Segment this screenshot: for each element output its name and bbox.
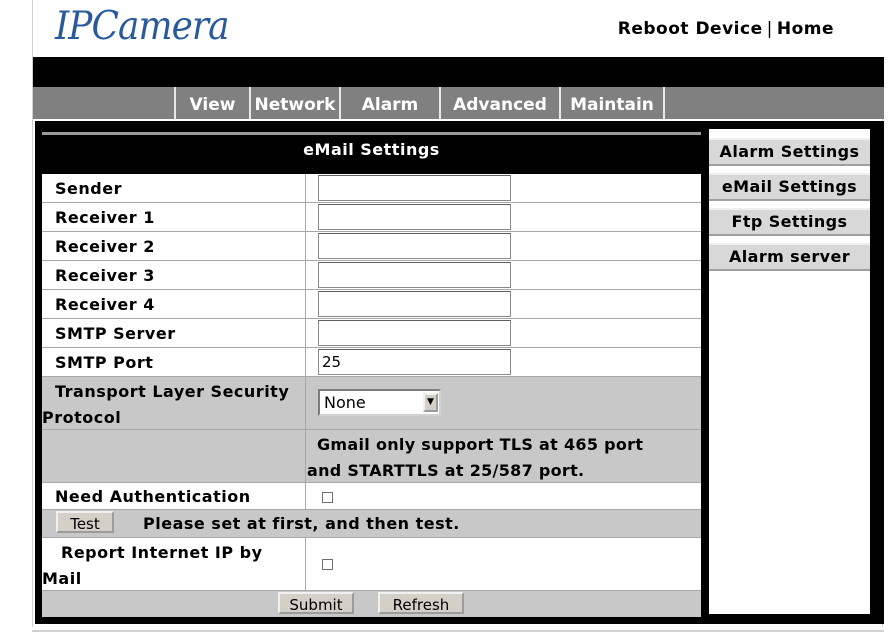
sidebar-item-ftp-settings[interactable]: Ftp Settings (709, 208, 870, 236)
sender-label: Sender (55, 179, 122, 198)
sender-row: Sender (42, 174, 701, 203)
panel-title: eMail Settings (303, 140, 440, 159)
panel-header-rule (42, 132, 701, 135)
bottom-divider (32, 630, 884, 632)
smtp-port-input[interactable] (318, 349, 511, 375)
settings-sidebar: Alarm Settings eMail Settings Ftp Settin… (709, 129, 870, 614)
column-separator (305, 290, 306, 318)
column-separator (305, 319, 306, 347)
logo: IPCamera (55, 4, 230, 49)
home-link[interactable]: Home (777, 19, 834, 39)
chevron-down-icon[interactable]: ▼ (423, 393, 438, 412)
main-nav: View Network Alarm Advanced Maintain (33, 87, 884, 119)
tls-label-line1: Transport Layer Security (55, 382, 290, 401)
tls-label-line2: Protocol (42, 408, 122, 427)
receiver2-label: Receiver 2 (55, 237, 155, 256)
receiver3-row: Receiver 3 (42, 261, 701, 290)
column-separator (305, 377, 306, 429)
test-row: Test Please set at first, and then test. (42, 510, 701, 538)
sidebar-item-alarm-server[interactable]: Alarm server (709, 243, 870, 271)
test-button[interactable]: Test (56, 511, 114, 533)
top-links: Reboot Device | Home (618, 19, 834, 39)
report-ip-row: Report Internet IP by Mail (42, 538, 701, 591)
receiver2-row: Receiver 2 (42, 232, 701, 261)
column-separator (305, 232, 306, 260)
report-ip-label-line2: Mail (42, 569, 82, 588)
receiver4-label: Receiver 4 (55, 295, 155, 314)
receiver1-label: Receiver 1 (55, 208, 155, 227)
submit-button[interactable]: Submit (278, 592, 354, 614)
column-separator (305, 174, 306, 202)
gmail-note-row: Gmail only support TLS at 465 port and S… (42, 430, 701, 483)
receiver4-input[interactable] (318, 291, 511, 317)
report-ip-checkbox[interactable] (322, 559, 333, 570)
nav-network[interactable]: Network (249, 87, 339, 119)
reboot-device-link[interactable]: Reboot Device (618, 19, 763, 39)
smtp-port-label: SMTP Port (55, 353, 154, 372)
test-note: Please set at first, and then test. (143, 514, 460, 533)
tls-row: Transport Layer Security Protocol None ▼ (42, 377, 701, 430)
sidebar-item-email-settings[interactable]: eMail Settings (709, 173, 870, 201)
content-area: eMail Settings Sender Receiver 1 Receive… (35, 121, 884, 624)
refresh-button[interactable]: Refresh (378, 592, 464, 614)
tls-selected-value: None (324, 393, 366, 412)
sidebar-item-alarm-settings[interactable]: Alarm Settings (709, 138, 870, 166)
nav-alarm[interactable]: Alarm (339, 87, 439, 119)
receiver4-row: Receiver 4 (42, 290, 701, 319)
black-banner (33, 57, 884, 87)
nav-advanced[interactable]: Advanced (439, 87, 559, 119)
column-separator (305, 261, 306, 289)
gmail-note-line2: and STARTTLS at 25/587 port. (307, 461, 585, 480)
nav-view[interactable]: View (174, 87, 249, 119)
header: IPCamera Reboot Device | Home (33, 0, 884, 57)
link-separator: | (766, 19, 773, 39)
page: IPCamera Reboot Device | Home View Network… (32, 0, 884, 627)
smtp-server-input[interactable] (318, 320, 511, 346)
need-auth-row: Need Authentication (42, 483, 701, 510)
receiver1-input[interactable] (318, 204, 511, 230)
receiver3-input[interactable] (318, 262, 511, 288)
sender-input[interactable] (318, 175, 511, 201)
need-auth-checkbox[interactable] (322, 492, 333, 503)
tls-protocol-select[interactable]: None ▼ (318, 389, 441, 416)
column-separator (305, 538, 306, 590)
column-separator (305, 430, 306, 482)
nav-maintain[interactable]: Maintain (559, 87, 663, 119)
need-auth-label: Need Authentication (55, 487, 251, 506)
report-ip-label-line1: Report Internet IP by (61, 543, 263, 562)
column-separator (305, 483, 306, 509)
column-separator (305, 203, 306, 231)
receiver3-label: Receiver 3 (55, 266, 155, 285)
smtp-port-row: SMTP Port (42, 348, 701, 377)
nav-divider (663, 87, 665, 119)
column-separator (305, 348, 306, 376)
receiver2-input[interactable] (318, 233, 511, 259)
email-settings-panel: eMail Settings Sender Receiver 1 Receive… (42, 129, 701, 617)
smtp-server-row: SMTP Server (42, 319, 701, 348)
receiver1-row: Receiver 1 (42, 203, 701, 232)
action-row: Submit Refresh (42, 591, 701, 617)
panel-header: eMail Settings (42, 129, 701, 174)
smtp-server-label: SMTP Server (55, 324, 176, 343)
gmail-note-line1: Gmail only support TLS at 465 port (317, 435, 644, 454)
